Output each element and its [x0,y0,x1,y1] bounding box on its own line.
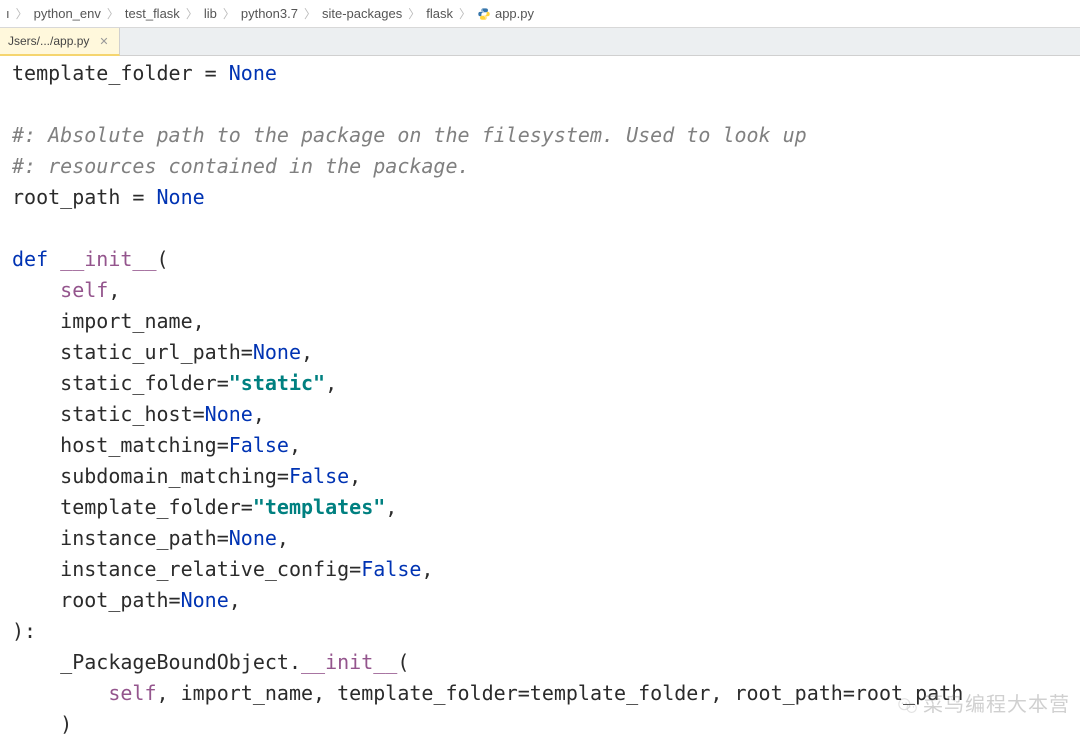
chevron-right-icon: 〉 [186,5,198,22]
breadcrumb-item[interactable]: python3.7 [241,6,298,21]
breadcrumb-item[interactable]: python_env [34,6,101,21]
breadcrumb-item[interactable]: lib [204,6,217,21]
close-icon[interactable]: ✕ [99,35,108,48]
chevron-right-icon: 〉 [304,5,316,22]
breadcrumb-label: python_env [34,6,101,21]
tab-app-py[interactable]: Jsers/.../app.py ✕ [0,28,120,56]
breadcrumb-label: python3.7 [241,6,298,21]
tab-bar: Jsers/.../app.py ✕ [0,28,1080,56]
breadcrumb-label: ı [6,6,10,21]
chevron-right-icon: 〉 [16,5,28,22]
code-line: def __init__( [12,244,1072,275]
breadcrumb-item[interactable]: test_flask [125,6,180,21]
code-line: root_path=None, [12,585,1072,616]
breadcrumb-item[interactable]: site-packages [322,6,402,21]
code-line: instance_relative_config=False, [12,554,1072,585]
breadcrumb-label: app.py [495,6,534,21]
tab-label: Jsers/.../app.py [8,34,89,48]
breadcrumb-item[interactable]: app.py [477,6,534,21]
code-line: #: Absolute path to the package on the f… [12,120,1072,151]
code-line [12,213,1072,244]
code-line: ) [12,709,1072,740]
code-line: host_matching=False, [12,430,1072,461]
chevron-right-icon: 〉 [408,5,420,22]
code-line: import_name, [12,306,1072,337]
code-line: template_folder = None [12,58,1072,89]
breadcrumb-item[interactable]: ı [6,6,10,21]
code-line: static_url_path=None, [12,337,1072,368]
chevron-right-icon: 〉 [223,5,235,22]
python-file-icon [477,7,491,21]
code-line: subdomain_matching=False, [12,461,1072,492]
breadcrumb-label: test_flask [125,6,180,21]
breadcrumb-label: site-packages [322,6,402,21]
code-line: instance_path=None, [12,523,1072,554]
code-line: self, [12,275,1072,306]
code-line [12,89,1072,120]
code-editor[interactable]: template_folder = None #: Absolute path … [0,56,1080,740]
code-line: #: resources contained in the package. [12,151,1072,182]
code-line: self, import_name, template_folder=templ… [12,678,1072,709]
code-line: static_folder="static", [12,368,1072,399]
chevron-right-icon: 〉 [107,5,119,22]
breadcrumb-item[interactable]: flask [426,6,453,21]
code-line: static_host=None, [12,399,1072,430]
code-line: root_path = None [12,182,1072,213]
breadcrumb-label: flask [426,6,453,21]
code-line: ): [12,616,1072,647]
breadcrumb: ı 〉 python_env 〉 test_flask 〉 lib 〉 python3.7 〉 si… [0,0,1080,28]
code-line: _PackageBoundObject.__init__( [12,647,1072,678]
code-line: template_folder="templates", [12,492,1072,523]
chevron-right-icon: 〉 [459,5,471,22]
breadcrumb-label: lib [204,6,217,21]
